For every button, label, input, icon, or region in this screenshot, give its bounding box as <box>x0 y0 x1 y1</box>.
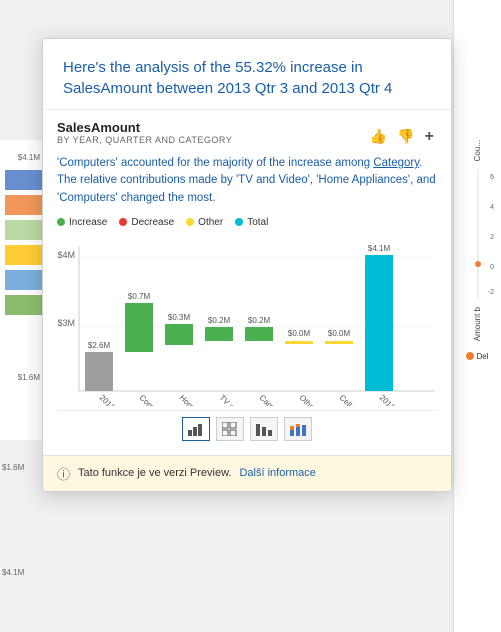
waterfall-chart: $4M $3M $2.6M $0.7M <box>57 236 437 406</box>
svg-text:2013 Qtr 4: 2013 Qtr 4 <box>378 393 411 406</box>
svg-text:$0.7M: $0.7M <box>128 292 151 301</box>
popup-title: Here's the analysis of the 55.32% increa… <box>63 57 431 99</box>
preview-link[interactable]: Další informace <box>239 467 315 479</box>
bar-computers <box>125 303 153 352</box>
bar-cameras <box>245 327 273 341</box>
chart-section: SalesAmount BY YEAR, QUARTER AND CATEGOR… <box>43 110 451 455</box>
bar-cellphones <box>325 341 353 344</box>
chart-type-grid-button[interactable] <box>216 417 244 441</box>
svg-text:-2: -2 <box>487 289 493 296</box>
bar-qtr4 <box>365 255 393 391</box>
svg-text:2013 Qtr 3: 2013 Qtr 3 <box>98 393 131 406</box>
chart-description: 'Computers' accounted for the majority o… <box>57 155 437 207</box>
bar-qtr3 <box>85 352 113 391</box>
preview-bar: ⓘ Tato funkce je ve verzi Preview. Další… <box>43 455 451 491</box>
svg-text:Cameras an...: Cameras an... <box>258 393 300 406</box>
svg-text:0: 0 <box>490 264 494 271</box>
preview-text: Tato funkce je ve verzi Preview. <box>78 467 231 479</box>
chart-type-waterfall-button[interactable] <box>182 417 210 441</box>
expand-button[interactable]: + <box>422 127 437 147</box>
svg-text:$4.1M: $4.1M <box>368 244 391 253</box>
legend-dot-other <box>186 218 194 226</box>
svg-text:$0.0M: $0.0M <box>328 329 351 338</box>
svg-text:$3M: $3M <box>57 318 75 328</box>
legend-item-other: Other <box>186 217 223 228</box>
bar-tv <box>205 327 233 341</box>
chart-type-row <box>57 410 437 449</box>
chart-actions: 👍 👎 + <box>367 127 437 147</box>
svg-text:2: 2 <box>490 234 494 241</box>
chart-type-bar-button[interactable] <box>250 417 278 441</box>
bottom-left-axis2: $1.6M <box>2 463 27 472</box>
svg-text:4: 4 <box>490 204 494 211</box>
sidebar-label-cou: Cou... <box>473 140 482 161</box>
svg-text:$4.1M: $4.1M <box>18 153 41 162</box>
svg-text:TV and Video: TV and Video <box>218 393 259 406</box>
svg-text:$0.2M: $0.2M <box>248 316 271 325</box>
popup-header: Here's the analysis of the 55.32% increa… <box>43 39 451 110</box>
popup-card: Here's the analysis of the 55.32% increa… <box>42 38 452 492</box>
chart-type-stacked-button[interactable] <box>284 417 312 441</box>
svg-text:$1.6M: $1.6M <box>18 373 41 382</box>
info-icon: ⓘ <box>57 464 70 483</box>
svg-text:$0.0M: $0.0M <box>288 329 311 338</box>
legend-dot-decrease <box>119 218 127 226</box>
right-sidebar: Cou... 6 4 2 0 -2 Amount b Del <box>453 0 501 632</box>
bar-other <box>285 341 313 344</box>
svg-text:$0.3M: $0.3M <box>168 313 191 322</box>
chart-legend: Increase Decrease Other Total <box>57 217 437 228</box>
legend-dot-increase <box>57 218 65 226</box>
svg-text:Other: Other <box>298 393 319 406</box>
category-link[interactable]: Category <box>373 157 419 169</box>
svg-text:Home Appli...: Home Appli... <box>178 393 218 406</box>
svg-text:$4M: $4M <box>57 250 75 260</box>
bottom-left-axis: $4.1M <box>2 568 27 577</box>
svg-text:$0.2M: $0.2M <box>208 316 231 325</box>
waterfall-svg: $4M $3M $2.6M $0.7M <box>57 236 437 406</box>
legend-item-increase: Increase <box>57 217 107 228</box>
thumbs-down-button[interactable]: 👎 <box>394 127 417 147</box>
chart-title: SalesAmount BY YEAR, QUARTER AND CATEGOR… <box>57 120 232 153</box>
legend-item-total: Total <box>235 217 268 228</box>
chart-title-row: SalesAmount BY YEAR, QUARTER AND CATEGOR… <box>57 120 437 153</box>
svg-text:Cell phones: Cell phones <box>338 393 374 406</box>
legend-dot-total <box>235 218 243 226</box>
thumbs-up-button[interactable]: 👍 <box>367 127 390 147</box>
sidebar-label-amount: Amount b <box>473 307 482 341</box>
legend-item-decrease: Decrease <box>119 217 174 228</box>
bar-home <box>165 324 193 345</box>
sidebar-dot-label: Del <box>476 352 488 361</box>
svg-text:6: 6 <box>490 174 494 181</box>
svg-text:$2.6M: $2.6M <box>88 341 111 350</box>
svg-text:Computers: Computers <box>138 393 172 406</box>
